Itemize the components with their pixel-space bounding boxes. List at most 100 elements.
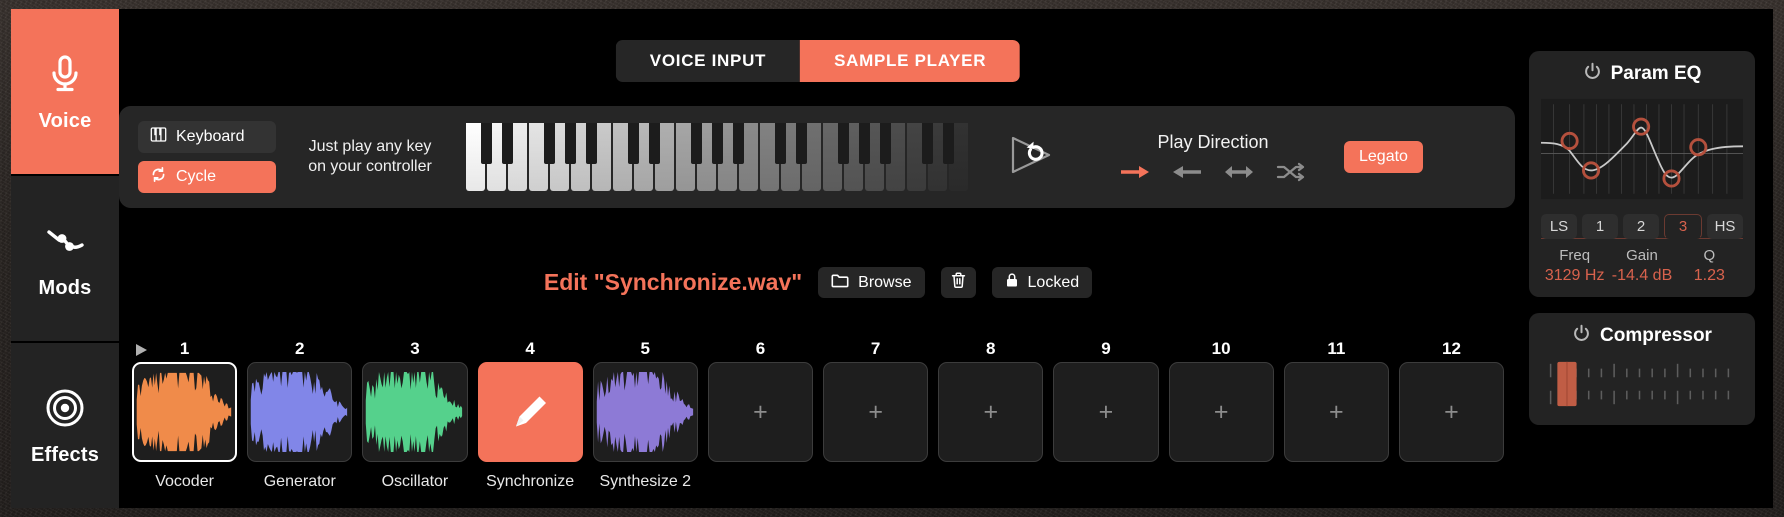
play-triangle-icon — [133, 342, 149, 363]
sample-slot[interactable]: + — [1398, 362, 1505, 462]
piano-key[interactable] — [466, 123, 492, 191]
piano-key-sharp[interactable] — [628, 123, 639, 164]
power-icon[interactable] — [1583, 62, 1602, 86]
piano-key-sharp[interactable] — [565, 123, 576, 164]
play-direction-group: Play Direction — [1108, 132, 1318, 182]
sidebar-item-label: Voice — [38, 109, 92, 132]
slot-number: 3 — [357, 338, 472, 360]
eq-band-tab[interactable]: 3 — [1664, 214, 1702, 239]
piano-key-sharp[interactable] — [502, 123, 513, 164]
slot-cell: Oscillator — [357, 362, 472, 491]
keyboard-hint-line1: Just play any key — [308, 138, 432, 155]
delete-button[interactable] — [940, 267, 976, 298]
slot-number-label: 4 — [525, 339, 535, 358]
sample-slot[interactable] — [362, 362, 468, 462]
slot-name-label: Synthesize 2 — [599, 473, 692, 490]
piano-key-sharp[interactable] — [691, 123, 702, 164]
piano-key[interactable] — [823, 123, 849, 191]
sample-slot[interactable]: + — [938, 362, 1044, 462]
slot-cell: + — [1279, 362, 1394, 491]
sidebar-item-voice[interactable]: Voice — [11, 9, 119, 176]
sidebar-item-mods[interactable]: Mods — [11, 176, 119, 343]
slot-cell: + — [703, 362, 818, 491]
piano-key[interactable] — [907, 123, 933, 191]
cycle-mode-button[interactable]: Cycle — [138, 161, 276, 193]
sample-slot[interactable]: + — [1283, 362, 1389, 462]
eq-parameters: Freq 3129 Hz Gain -14.4 dB Q 1.23 — [1541, 247, 1743, 285]
param-eq-module: Param EQ LS 1 2 3 HS Freq 3129 Hz Gain -… — [1529, 51, 1755, 297]
lock-button[interactable]: Locked — [991, 267, 1093, 298]
piano-key-sharp[interactable] — [838, 123, 849, 164]
slot-number-label: 1 — [179, 339, 190, 358]
shuffle-icon[interactable] — [1276, 162, 1306, 182]
power-icon[interactable] — [1572, 324, 1591, 348]
sample-slot[interactable]: + — [1168, 362, 1274, 462]
piano-key-sharp[interactable] — [859, 123, 870, 164]
piano-key-sharp[interactable] — [796, 123, 807, 164]
piano-key-sharp[interactable] — [586, 123, 597, 164]
compressor-header: Compressor — [1541, 324, 1743, 348]
browse-button[interactable]: Browse — [818, 267, 925, 298]
piano-key-sharp[interactable] — [733, 123, 744, 164]
eq-band-tab[interactable]: HS — [1707, 214, 1743, 239]
piano-key-sharp[interactable] — [544, 123, 555, 164]
add-sample-icon: + — [753, 397, 768, 426]
edit-row: Edit "Synchronize.wav" Browse Locked — [119, 267, 1517, 298]
arrow-right-icon[interactable] — [1120, 162, 1150, 182]
keyboard-mode-button[interactable]: Keyboard — [138, 121, 276, 153]
effects-rack: Param EQ LS 1 2 3 HS Freq 3129 Hz Gain -… — [1517, 9, 1773, 508]
sample-slot[interactable] — [247, 362, 353, 462]
tab-sample-player[interactable]: SAMPLE PLAYER — [800, 40, 1021, 82]
pencil-icon — [516, 396, 547, 427]
arrow-left-icon[interactable] — [1172, 162, 1202, 182]
piano-key[interactable] — [529, 123, 555, 191]
piano-key[interactable] — [760, 123, 786, 191]
piano-key-sharp[interactable] — [775, 123, 786, 164]
slot-number: 2 — [242, 338, 357, 360]
slot-number: 11 — [1279, 338, 1394, 360]
arrow-bidirectional-icon[interactable] — [1224, 162, 1254, 182]
waveform-icon — [366, 372, 463, 452]
app-screen: Voice Mods Effects VOICE INPUT SAMPLE PL… — [11, 9, 1773, 508]
slot-cell: + — [933, 362, 1048, 491]
eq-parameter-value[interactable]: 3129 Hz — [1541, 267, 1608, 285]
tab-voice-input[interactable]: VOICE INPUT — [615, 40, 801, 82]
piano-key[interactable] — [676, 123, 702, 191]
sidebar-item-effects[interactable]: Effects — [11, 343, 119, 508]
piano-key-sharp[interactable] — [922, 123, 933, 164]
sample-slot[interactable]: + — [823, 362, 929, 462]
piano-key-sharp[interactable] — [649, 123, 660, 164]
eq-curve-graph[interactable] — [1541, 93, 1743, 205]
sample-slot[interactable]: + — [707, 362, 814, 462]
piano-key-sharp[interactable] — [712, 123, 723, 164]
gain-reduction-meter[interactable] — [1541, 355, 1743, 413]
browse-label: Browse — [858, 273, 912, 291]
sample-slot[interactable] — [592, 362, 698, 462]
loop-play-icon[interactable] — [970, 133, 1056, 182]
sample-slot[interactable] — [132, 362, 238, 462]
legato-button[interactable]: Legato — [1344, 141, 1423, 173]
piano-key[interactable] — [613, 123, 639, 191]
slot-row: Vocoder Generator Oscillator Synchronize Syn… — [127, 362, 1509, 491]
piano-key-sharp[interactable] — [880, 123, 891, 164]
slot-number: 12 — [1394, 338, 1509, 360]
cycle-arrows-icon — [150, 166, 167, 188]
sample-slot[interactable]: + — [1053, 362, 1159, 462]
piano-key-sharp[interactable] — [943, 123, 954, 164]
sample-slot[interactable] — [477, 362, 583, 462]
eq-parameter-value[interactable]: -14.4 dB — [1608, 267, 1675, 285]
modulation-curve-icon — [42, 218, 88, 264]
add-sample-icon: + — [1098, 397, 1114, 426]
eq-parameter-value[interactable]: 1.23 — [1676, 267, 1743, 285]
piano-key-sharp[interactable] — [481, 123, 492, 164]
eq-band-tab[interactable]: LS — [1541, 214, 1577, 239]
slot-number: 7 — [818, 338, 933, 360]
eq-band-tab[interactable]: 2 — [1623, 214, 1659, 239]
slot-number: 6 — [703, 338, 818, 360]
eq-band-tab[interactable]: 1 — [1582, 214, 1618, 239]
piano-keyboard[interactable] — [466, 123, 970, 191]
eq-band-tabs: LS 1 2 3 HS — [1541, 214, 1743, 239]
main-panel: VOICE INPUT SAMPLE PLAYER Keyboard Cycle… — [119, 9, 1517, 508]
slot-number: 4 — [473, 338, 588, 360]
lock-icon — [1005, 272, 1019, 293]
